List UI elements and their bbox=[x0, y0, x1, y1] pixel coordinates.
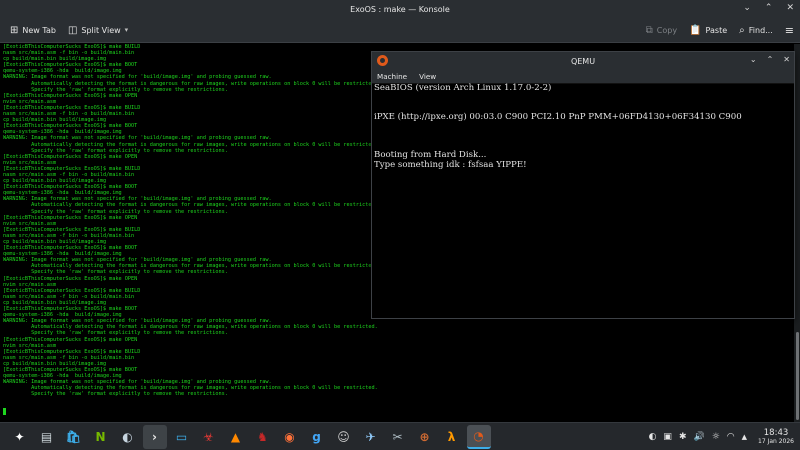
clock-date: 17 Jan 2026 bbox=[758, 438, 794, 445]
taskbar-file-manager-button[interactable]: ▭ bbox=[170, 425, 194, 449]
chevron-down-icon: ▾ bbox=[124, 26, 129, 34]
taskbar-firefox-button[interactable]: ◉ bbox=[278, 425, 302, 449]
g-app-icon: g bbox=[312, 429, 321, 444]
close-icon[interactable]: ✕ bbox=[786, 3, 794, 13]
qemu-icon bbox=[377, 55, 388, 66]
qemu-window: QEMU ⌄ ⌃ ✕ Machine View SeaBIOS (version… bbox=[371, 51, 795, 319]
game-icon: ♞ bbox=[257, 429, 268, 444]
new-tab-icon: ⊞ bbox=[10, 24, 19, 36]
tf2-icon: ⊕ bbox=[419, 429, 430, 444]
clipboard-icon[interactable]: ▣ bbox=[663, 432, 672, 442]
discord-icon: ☺ bbox=[337, 429, 350, 444]
tools-icon: ✂ bbox=[392, 429, 403, 444]
biohazard-icon: ☣ bbox=[203, 429, 214, 444]
clock-time: 18:43 bbox=[763, 428, 789, 438]
steam-icon: ◐ bbox=[122, 429, 133, 444]
vlc-icon: ▲ bbox=[230, 429, 241, 444]
window-title: ExoOS : make — Konsole bbox=[350, 4, 450, 14]
taskbar-discord-button[interactable]: ☺ bbox=[332, 425, 356, 449]
minimize-icon[interactable]: ⌄ bbox=[750, 55, 757, 64]
taskbar-half-life-button[interactable]: λ bbox=[440, 425, 464, 449]
taskbar-airplane-button[interactable]: ✈ bbox=[359, 425, 383, 449]
paste-button[interactable]: 📋 Paste bbox=[683, 21, 733, 41]
application-launcher-icon: ✦ bbox=[14, 429, 25, 444]
scrollbar-thumb[interactable] bbox=[796, 332, 799, 420]
steam-tray-icon[interactable]: ◐ bbox=[649, 432, 657, 442]
maximize-icon[interactable]: ⌃ bbox=[767, 55, 774, 64]
taskbar-nvidia-button[interactable]: N bbox=[89, 425, 113, 449]
minimize-icon[interactable]: ⌄ bbox=[743, 3, 751, 13]
paste-icon: 📋 bbox=[689, 25, 702, 36]
konsole-toolbar: ⊞ New Tab ◫ Split View ▾ ⧉ Copy 📋 Paste … bbox=[0, 18, 800, 43]
qemu-display[interactable]: SeaBIOS (version Arch Linux 1.17.0-2-2) i… bbox=[372, 83, 794, 318]
firefox-icon: ◉ bbox=[284, 429, 295, 444]
taskbar-tools-button[interactable]: ✂ bbox=[386, 425, 410, 449]
qemu-screen-line bbox=[374, 122, 792, 132]
brightness-icon[interactable]: ☼ bbox=[712, 432, 720, 442]
bluetooth-icon[interactable]: ✱ bbox=[679, 432, 687, 442]
taskbar-qemu-button[interactable]: ◔ bbox=[466, 424, 491, 449]
new-tab-button[interactable]: ⊞ New Tab bbox=[4, 20, 62, 40]
file-manager-icon: ▭ bbox=[175, 429, 188, 444]
terminal-line: Specify the 'raw' format explicitly to r… bbox=[3, 391, 228, 398]
taskbar-game-button[interactable]: ♞ bbox=[251, 425, 275, 449]
taskbar-steam-button[interactable]: ◐ bbox=[116, 425, 140, 449]
taskbar-vlc-button[interactable]: ▲ bbox=[224, 425, 248, 449]
discover-store-icon: 🛍 bbox=[65, 429, 82, 444]
hamburger-menu-button[interactable]: ≡ bbox=[779, 21, 800, 41]
taskbar-system-monitor-button[interactable]: ▤ bbox=[35, 425, 59, 449]
taskbar-tf2-button[interactable]: ⊕ bbox=[413, 425, 437, 449]
qemu-title: QEMU bbox=[570, 56, 596, 66]
taskbar-discover-store-button[interactable]: 🛍 bbox=[62, 425, 86, 449]
menu-view[interactable]: View bbox=[419, 72, 436, 81]
split-view-button[interactable]: ◫ Split View ▾ bbox=[62, 20, 134, 40]
konsole-icon: › bbox=[152, 429, 157, 444]
qemu-titlebar[interactable]: QEMU ⌄ ⌃ ✕ bbox=[372, 52, 794, 70]
qemu-screen-line bbox=[374, 132, 792, 142]
half-life-icon: λ bbox=[447, 429, 456, 444]
volume-icon[interactable]: 🔊 bbox=[693, 432, 704, 442]
close-icon[interactable]: ✕ bbox=[783, 55, 790, 64]
qemu-screen-line bbox=[374, 94, 792, 104]
system-monitor-icon: ▤ bbox=[40, 429, 53, 444]
find-button[interactable]: ⌕ Find... bbox=[733, 21, 779, 41]
taskbar-biohazard-button[interactable]: ☣ bbox=[197, 425, 221, 449]
maximize-icon[interactable]: ⌃ bbox=[765, 3, 773, 13]
menu-icon: ≡ bbox=[784, 24, 794, 37]
system-tray: ◐ ▣ ✱ 🔊 ☼ ◠ ▲ 18:43 17 Jan 2026 bbox=[649, 423, 800, 450]
copy-icon: ⧉ bbox=[645, 25, 653, 36]
taskbar-application-launcher-button[interactable]: ✦ bbox=[8, 425, 32, 449]
clock[interactable]: 18:43 17 Jan 2026 bbox=[758, 428, 794, 446]
qemu-screen-line: Type something idk : fsfsaa YIPPE! bbox=[374, 159, 527, 170]
search-icon: ⌕ bbox=[739, 25, 745, 36]
qemu-icon: ◔ bbox=[473, 428, 484, 443]
qemu-screen-line: iPXE (http://ipxe.org) 00:03.0 C900 PCI2… bbox=[374, 111, 742, 122]
terminal-cursor bbox=[3, 408, 6, 415]
qemu-screen-line: SeaBIOS (version Arch Linux 1.17.0-2-2) bbox=[374, 83, 552, 93]
taskbar-konsole-button[interactable]: › bbox=[142, 424, 167, 449]
menu-machine[interactable]: Machine bbox=[377, 72, 407, 81]
copy-button[interactable]: ⧉ Copy bbox=[640, 21, 683, 41]
taskbar-g-app-button[interactable]: g bbox=[305, 425, 329, 449]
wifi-icon[interactable]: ◠ bbox=[727, 432, 735, 442]
chevron-up-icon[interactable]: ▲ bbox=[742, 433, 747, 441]
taskbar: ✦ ▤ 🛍 N ◐ › ▭ ☣ ▲ ♞ ◉ g ☺ ✈ ✂ ⊕ λ ◔ ◐ ▣ ✱ 🔊 ☼ ◠ ▲ 18:43 1… bbox=[0, 422, 800, 450]
split-view-icon: ◫ bbox=[67, 24, 78, 36]
qemu-menubar: Machine View bbox=[372, 70, 794, 84]
nvidia-icon: N bbox=[95, 429, 106, 444]
airplane-icon: ✈ bbox=[365, 429, 376, 444]
konsole-titlebar[interactable]: ExoOS : make — Konsole ⌄ ⌃ ✕ bbox=[0, 0, 800, 18]
